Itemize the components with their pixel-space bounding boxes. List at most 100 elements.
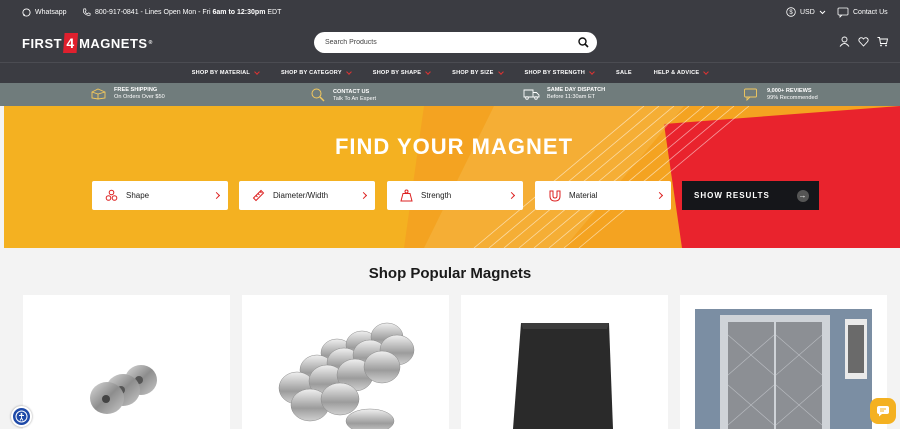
usp-title: FREE SHIPPING — [114, 87, 158, 93]
reviews-icon — [744, 88, 757, 101]
nav-label: SHOP BY CATEGORY — [280, 70, 342, 76]
weight-icon — [400, 189, 413, 202]
filter-material-button[interactable]: Material — [535, 181, 671, 210]
search-bar — [314, 32, 597, 53]
product-card[interactable] — [680, 295, 887, 429]
usp-free-shipping[interactable]: FREE SHIPPING On Orders Over $50 — [90, 87, 165, 100]
chevron-down-icon — [589, 69, 595, 75]
search-input[interactable] — [325, 39, 545, 46]
nav-label: SHOP BY STRENGTH — [524, 70, 586, 76]
product-card[interactable] — [461, 295, 668, 429]
chevron-down-icon — [703, 69, 710, 75]
nav-item-help[interactable]: HELP & ADVICE — [653, 69, 710, 76]
magnetic-door-curtain-image — [695, 309, 872, 429]
chevron-down-icon — [254, 69, 260, 75]
nav-label: SALE — [616, 70, 632, 76]
show-results-button[interactable]: SHOW RESULTS → — [682, 181, 819, 210]
filter-label: Shape — [126, 191, 150, 200]
chevron-down-icon — [497, 69, 504, 75]
logo-trademark: ® — [148, 40, 153, 46]
ring-magnets-image — [90, 365, 157, 414]
nav-label: SHOP BY MATERIAL — [191, 70, 250, 76]
chevron-right-icon — [507, 191, 516, 200]
disc-magnets-image — [278, 322, 415, 429]
accessibility-button[interactable] — [11, 406, 32, 427]
shapes-icon — [105, 189, 118, 201]
account-icon[interactable] — [839, 36, 850, 47]
phone-icon — [82, 8, 91, 16]
whatsapp-label: Whatsapp — [35, 8, 67, 16]
filter-shape-button[interactable]: Shape — [92, 181, 228, 210]
arrow-right-icon: → — [797, 189, 809, 202]
truck-icon — [523, 89, 540, 100]
wishlist-heart-icon[interactable] — [858, 36, 869, 47]
chevron-down-icon — [819, 10, 826, 14]
chevron-down-icon — [345, 69, 352, 75]
box-icon — [91, 88, 106, 100]
filter-label: Material — [569, 191, 598, 200]
phone-lines-text: - Lines Open Mon - Fri — [138, 8, 213, 16]
contact-label: Contact Us — [853, 8, 888, 16]
chat-icon — [877, 406, 889, 417]
accessibility-icon — [15, 410, 28, 423]
logo-four: 4 — [63, 33, 79, 53]
usp-title: 9,000+ REVIEWS — [767, 87, 812, 94]
nav-item-size[interactable]: SHOP BY SIZE — [452, 69, 504, 76]
usp-sub: Before 11:30am ET — [547, 94, 596, 100]
main-nav: SHOP BY MATERIAL SHOP BY CATEGORY SHOP B… — [0, 62, 900, 83]
chat-button[interactable] — [870, 398, 896, 424]
popular-section-title: Shop Popular Magnets — [368, 265, 532, 282]
usp-sub: 99% Recommended — [767, 94, 818, 101]
dollar-icon: $ — [786, 7, 796, 17]
contact-icon — [837, 7, 849, 18]
chevron-right-icon — [359, 191, 368, 200]
site-logo[interactable]: FIRST 4 MAGNETS ® — [22, 33, 153, 53]
hero-banner: FIND YOUR MAGNET Shape Diameter/Width St… — [4, 106, 900, 248]
main-header: FIRST 4 MAGNETS ® — [0, 24, 900, 62]
usp-title: CONTACT US — [333, 88, 370, 95]
hero-title: FIND YOUR MAGNET — [334, 134, 574, 159]
usp-sub: On Orders Over $50 — [114, 94, 165, 100]
top-bar: Whatsapp 800-917-0841 - Lines Open Mon -… — [0, 0, 900, 24]
show-results-label: SHOW RESULTS — [694, 191, 770, 200]
usp-dispatch[interactable]: SAME DAY DISPATCH Before 11:30am ET — [523, 87, 605, 100]
product-card[interactable] — [242, 295, 449, 429]
phone-info[interactable]: 800-917-0841 - Lines Open Mon - Fri 6am … — [82, 0, 281, 24]
filter-diameter-button[interactable]: Diameter/Width — [239, 181, 375, 210]
search-icon[interactable] — [578, 37, 589, 48]
logo-first: FIRST — [22, 35, 63, 51]
hero-background-graphic — [404, 106, 900, 248]
currency-selector[interactable]: $ USD — [786, 0, 826, 24]
nav-label: SHOP BY SIZE — [452, 70, 494, 76]
usp-sub: Talk To An Expert — [333, 95, 377, 102]
svg-text:$: $ — [789, 10, 793, 16]
header-icons — [839, 36, 888, 47]
nav-item-strength[interactable]: SHOP BY STRENGTH — [524, 69, 595, 76]
chevron-right-icon — [655, 191, 664, 200]
usp-contact[interactable]: CONTACT US Talk To An Expert — [310, 87, 376, 103]
magnetic-sheet-image — [513, 323, 613, 429]
filter-strength-button[interactable]: Strength — [387, 181, 523, 210]
magnet-icon — [549, 190, 561, 202]
nav-item-material[interactable]: SHOP BY MATERIAL — [191, 69, 260, 76]
nav-label: SHOP BY SHAPE — [372, 70, 422, 76]
nav-item-category[interactable]: SHOP BY CATEGORY — [280, 69, 352, 76]
nav-label: HELP & ADVICE — [653, 70, 700, 76]
nav-item-shape[interactable]: SHOP BY SHAPE — [372, 69, 432, 76]
expert-icon — [311, 88, 325, 102]
product-card[interactable] — [23, 295, 230, 429]
usp-reviews[interactable]: 9,000+ REVIEWS 99% Recommended — [743, 87, 818, 101]
whatsapp-link[interactable]: Whatsapp — [22, 0, 67, 24]
phone-timezone: EDT — [265, 8, 282, 16]
cart-icon[interactable] — [877, 36, 888, 47]
whatsapp-icon — [22, 7, 31, 17]
filter-label: Strength — [421, 191, 452, 200]
usp-bar: FREE SHIPPING On Orders Over $50 CONTACT … — [0, 83, 900, 106]
filter-label: Diameter/Width — [273, 191, 329, 200]
logo-magnets: MAGNETS — [79, 35, 148, 51]
ruler-icon — [252, 189, 265, 202]
usp-title: SAME DAY DISPATCH — [547, 87, 606, 93]
nav-item-sale[interactable]: SALE — [616, 70, 632, 76]
currency-label: USD — [800, 8, 815, 16]
contact-us-link[interactable]: Contact Us — [837, 0, 888, 24]
